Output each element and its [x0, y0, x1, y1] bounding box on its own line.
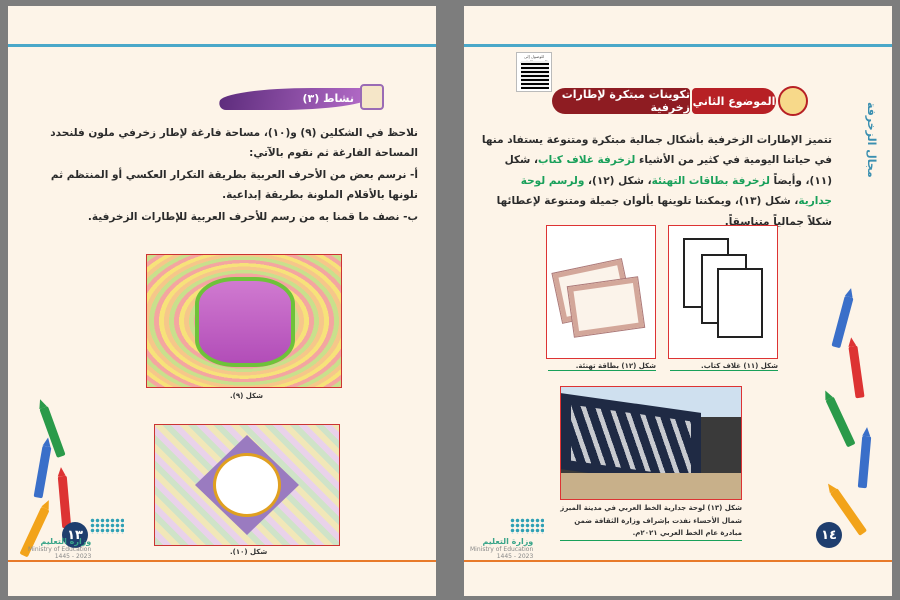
paragraph-part-3: ، شكل (١٢)،	[584, 174, 652, 187]
bottom-divider	[464, 560, 892, 562]
activity-banner: نشاط (٣)	[218, 84, 388, 114]
caption-figure-12: شكل (١٢) بطاقة تهنئة.	[548, 362, 656, 371]
edition-year: 2023 - 1445	[496, 553, 534, 560]
book-spread: نشاط (٣) نلاحظ في الشكلين (٩) و(١٠)، مسا…	[0, 0, 900, 600]
figure-9-frame	[146, 254, 342, 388]
caption-figure-13: شكل (١٣) لوحة جدارية الخط العربي في مدين…	[560, 502, 742, 541]
crayon-blue	[857, 435, 872, 489]
activity-step-b: ب- نصف ما قمنا به من رسم للأحرف العربية …	[87, 211, 418, 223]
topic-paragraph: تتميز الإطارات الزخرفية بأشكال جمالية مب…	[480, 130, 832, 232]
activity-label: نشاط (٣)	[302, 92, 355, 105]
ministry-name: وزارة التعليم	[482, 537, 534, 546]
topic-header: تكوينات مبتكرة لإطارات زخرفية الموضوع ال…	[552, 86, 808, 116]
edition-year: 2023 - 1445	[54, 553, 92, 560]
empty-frame-area	[195, 277, 295, 367]
page-number-right: ١٤	[816, 522, 842, 548]
sidewalk	[561, 473, 741, 499]
figure-11-book-cover	[668, 225, 778, 359]
topic-title: تكوينات مبتكرة لإطارات زخرفية	[552, 88, 690, 114]
left-page: نشاط (٣) نلاحظ في الشكلين (٩) و(١٠)، مسا…	[8, 6, 436, 596]
highlight-book-cover: لزخرفة غلاف كتاب	[538, 154, 636, 167]
crayon-red	[57, 475, 72, 529]
top-divider	[8, 44, 436, 47]
calligraphy-strokes	[571, 404, 691, 478]
activity-intro: نلاحظ في الشكلين (٩) و(١٠)، مساحة فارغة …	[50, 127, 418, 159]
caption-figure-10: شكل (١٠).	[230, 548, 268, 556]
ministry-name: وزارة التعليم	[40, 537, 92, 546]
right-page: للوصول إلى المحتوى الرقمي تكوينات مبتكرة…	[464, 6, 892, 596]
crayon-green	[825, 396, 856, 448]
figure-12-greeting-card	[546, 225, 656, 359]
book	[717, 268, 763, 338]
caption-figure-9: شكل (٩).	[230, 392, 263, 400]
paragraph-part-4: ، شكل (١٣)، ويمكننا تلوينها بألوان جميلة…	[496, 195, 832, 228]
highlight-greeting-cards: لزخرفة بطاقات التهنئة	[651, 174, 770, 187]
card	[567, 277, 645, 337]
caption-figure-11: شكل (١١) غلاف كتاب.	[670, 362, 778, 371]
ministry-name-en: Ministry of Education	[470, 546, 534, 553]
qr-code[interactable]: للوصول إلى المحتوى الرقمي	[516, 52, 552, 92]
ministry-logo-left: وزارة التعليم Ministry of Education 2023…	[28, 537, 91, 560]
ministry-logo-right: وزارة التعليم Ministry of Education 2023…	[470, 537, 533, 560]
crayon-blue	[33, 445, 52, 499]
paint-brush-icon	[360, 84, 384, 110]
qr-code-icon	[521, 61, 549, 89]
figure-13-mural	[560, 386, 742, 500]
activity-step-a: أ- نرسم بعض من الأحرف العربية بطريقة الت…	[50, 169, 418, 201]
bottom-divider	[8, 560, 436, 562]
topic-label: الموضوع الثاني	[692, 88, 776, 114]
crayon-red	[848, 345, 865, 399]
top-divider	[464, 44, 892, 47]
palette-icon	[778, 86, 808, 116]
empty-oval-area	[213, 453, 281, 517]
ministry-name-en: Ministry of Education	[28, 546, 92, 553]
figure-10-frame	[154, 424, 340, 546]
ministry-logo-icon	[510, 518, 544, 534]
ministry-logo-icon	[90, 518, 124, 534]
side-label: مجال الزخرفة	[865, 102, 878, 178]
books-illustration	[683, 238, 763, 348]
